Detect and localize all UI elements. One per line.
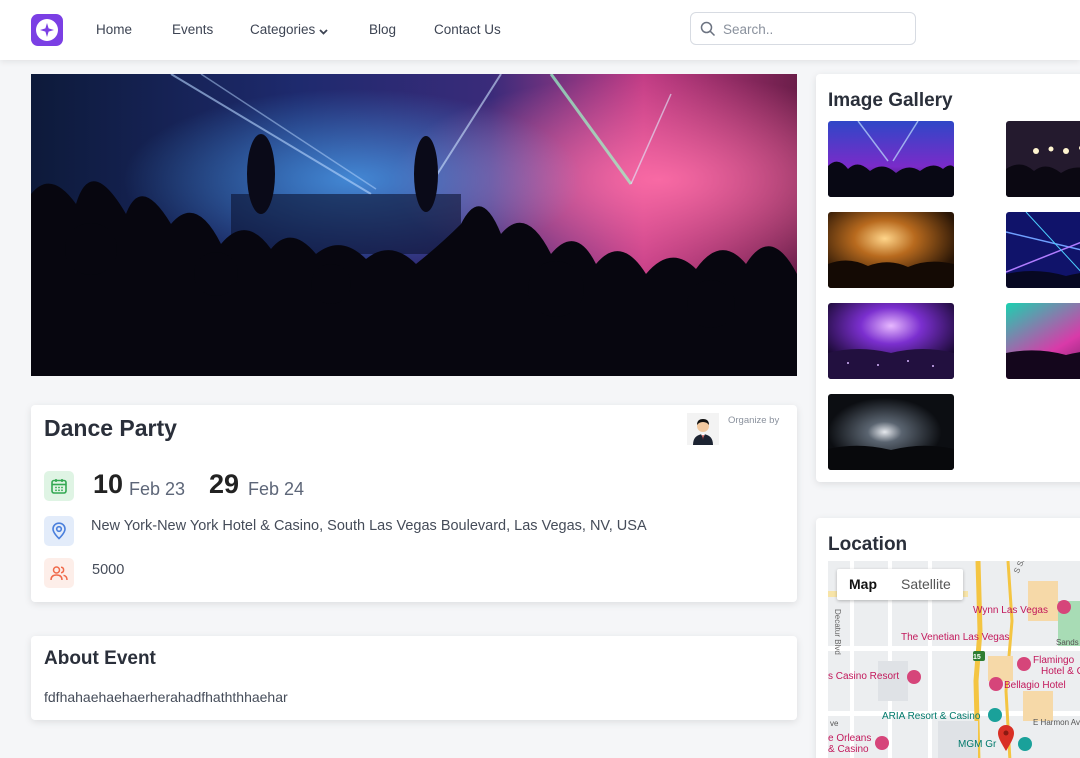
- map-label: E Harmon Ave: [1033, 718, 1080, 727]
- image-gallery-card: Image Gallery: [816, 74, 1080, 482]
- gallery-thumbnail[interactable]: [828, 121, 954, 197]
- start-month-year: Feb 23: [129, 479, 186, 499]
- map-label: & Casino: [828, 744, 869, 755]
- image-gallery-title: Image Gallery: [828, 90, 953, 111]
- nav-events-link[interactable]: Events: [172, 22, 213, 37]
- map-label: Decatur Blvd: [833, 609, 842, 655]
- start-day: 10: [93, 469, 124, 499]
- gallery-thumbnail[interactable]: [1006, 303, 1080, 379]
- gallery-thumbnail[interactable]: [1006, 212, 1080, 288]
- gallery-thumbnail[interactable]: [828, 303, 954, 379]
- location-map[interactable]: Map Satellite Wynn Las Vegas The Venetia…: [828, 561, 1080, 758]
- about-event-description: fdfhahaehaehaerherahadfhaththhaehar: [44, 689, 288, 705]
- about-event-card: About Event fdfhahaehaehaerherahadfhatht…: [31, 636, 797, 720]
- map-label: Hotel & C: [1041, 666, 1080, 677]
- end-month-year: Feb 24: [248, 479, 305, 499]
- map-label: Bellagio Hotel: [1004, 680, 1066, 691]
- event-hero-image: [31, 74, 797, 376]
- organizer-label: Organize by: [728, 415, 780, 426]
- satellite-view-button[interactable]: Satellite: [889, 569, 963, 600]
- map-type-toggle: Map Satellite: [837, 569, 963, 600]
- map-label: s Casino Resort: [828, 671, 900, 682]
- event-title: Dance Party: [44, 415, 177, 441]
- map-label: ve: [830, 719, 839, 728]
- map-label: ARIA Resort & Casino: [882, 711, 981, 722]
- sparkle-icon: [36, 19, 58, 41]
- gallery-thumbnail[interactable]: [828, 212, 954, 288]
- page: Home Events Categories Blog Contact Us S…: [0, 0, 1080, 758]
- event-details-card: Dance Party Organize by 10 Feb 23 29 Feb…: [31, 405, 797, 602]
- nav-contact-link[interactable]: Contact Us: [434, 22, 501, 37]
- chevron-down-icon: [319, 23, 328, 38]
- location-title: Location: [828, 534, 908, 555]
- map-label: MGM Gr: [958, 739, 997, 750]
- top-navbar: Home Events Categories Blog Contact Us: [0, 0, 1080, 60]
- about-event-title: About Event: [44, 648, 156, 669]
- location-card: Location Map Satellite Wynn Las Vegas Th…: [816, 518, 1080, 758]
- map-label: e Orleans: [828, 733, 872, 744]
- nav-categories-label: Categories: [250, 22, 316, 37]
- map-view-button[interactable]: Map: [837, 569, 889, 600]
- event-capacity: 5000: [92, 562, 125, 578]
- nav-home-link[interactable]: Home: [96, 22, 132, 37]
- end-day: 29: [209, 469, 240, 499]
- site-logo[interactable]: [31, 14, 63, 46]
- gallery-thumbnail[interactable]: [828, 394, 954, 470]
- calendar-icon: [44, 471, 74, 501]
- gallery-thumbnail[interactable]: [1006, 121, 1080, 197]
- map-label: Wynn Las Vegas: [973, 605, 1048, 616]
- search-icon: [700, 21, 716, 37]
- map-label: Sands: [1056, 638, 1079, 647]
- interstate-shield: 15: [973, 654, 981, 661]
- map-label: The Venetian Las Vegas: [901, 632, 1010, 643]
- organizer-avatar[interactable]: [687, 413, 719, 445]
- people-icon: [44, 558, 74, 588]
- nav-blog-link[interactable]: Blog: [369, 22, 396, 37]
- search-box: [690, 12, 916, 45]
- location-pin-icon: [44, 516, 74, 546]
- search-input[interactable]: [723, 19, 903, 39]
- map-label: Flamingo: [1033, 655, 1075, 666]
- event-address: New York-New York Hotel & Casino, South …: [91, 518, 647, 534]
- nav-categories-dropdown[interactable]: Categories: [250, 22, 328, 38]
